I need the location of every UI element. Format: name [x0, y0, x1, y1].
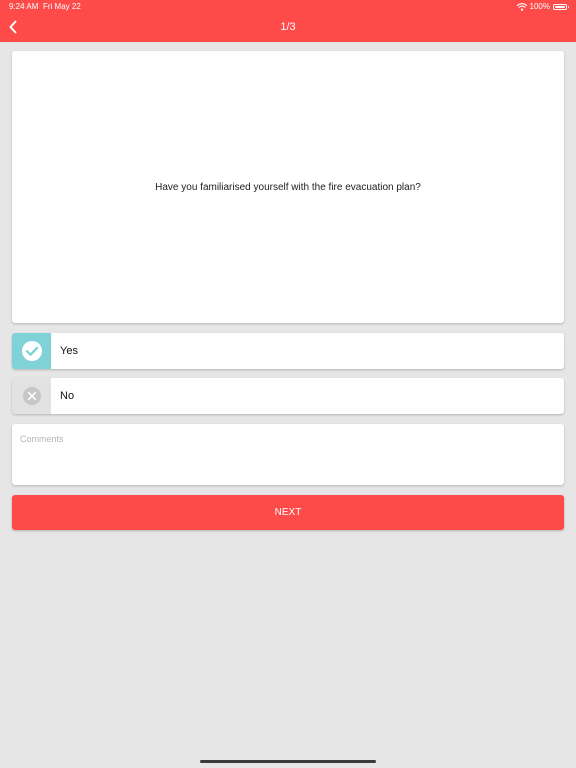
option-no-icon-box: [12, 378, 51, 414]
wifi-icon: [516, 3, 527, 11]
question-text: Have you familiarised yourself with the …: [155, 181, 421, 193]
x-circle-icon: [22, 387, 41, 405]
option-yes-label: Yes: [60, 345, 78, 357]
battery-percentage: 100%: [529, 2, 550, 11]
comments-card: [12, 424, 564, 485]
check-circle-icon: [21, 341, 42, 361]
battery-fill: [555, 6, 565, 8]
option-no-label: No: [60, 390, 75, 402]
comments-input[interactable]: [12, 424, 564, 485]
home-indicator: [200, 760, 376, 763]
battery-icon: [553, 4, 569, 10]
option-yes[interactable]: Yes: [12, 333, 564, 369]
option-yes-icon-box: [12, 333, 51, 369]
status-indicators: 100%: [516, 2, 569, 12]
page-title: 1/3: [280, 21, 296, 33]
status-time: 9:24 AM: [9, 2, 39, 11]
option-no[interactable]: No: [12, 378, 564, 414]
app-header: 9:24 AM Fri May 22 100% 1/3: [0, 0, 576, 42]
status-date: Fri May 22: [43, 2, 81, 11]
next-button[interactable]: NEXT: [12, 495, 564, 530]
question-card: Have you familiarised yourself with the …: [12, 51, 564, 323]
